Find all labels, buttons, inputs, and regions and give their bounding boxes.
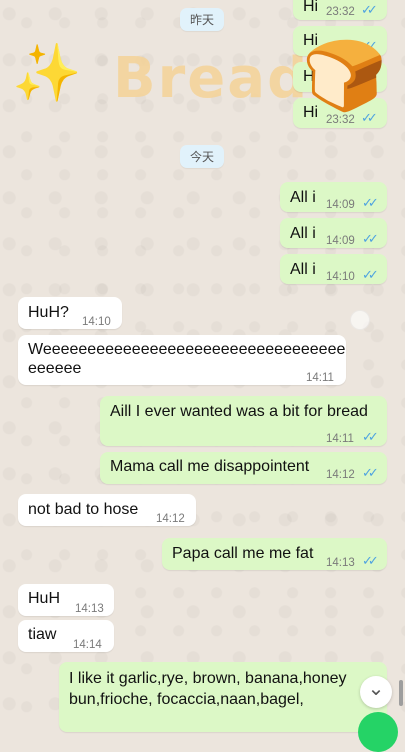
- message-text: Mama call me disappointent: [110, 458, 310, 475]
- message-time: 14:13: [326, 557, 355, 569]
- compose-button[interactable]: [358, 712, 398, 752]
- scroll-marker: [350, 310, 370, 330]
- banner-title: Bread: [113, 46, 310, 111]
- read-receipt-icon: ✓✓: [361, 2, 378, 17]
- message-time: 14:14: [73, 639, 102, 651]
- message-out-7[interactable]: All i 14:10 ✓✓: [280, 254, 387, 284]
- chevron-down-icon: ⌄: [367, 678, 385, 700]
- message-in-4[interactable]: HuH 14:13: [18, 584, 114, 616]
- scroll-to-bottom-button[interactable]: ⌄: [360, 676, 392, 708]
- sparkles-emoji: ✨: [12, 41, 82, 104]
- message-time: 14:10: [326, 271, 355, 283]
- message-time: 14:09: [326, 199, 355, 211]
- message-time: 14:13: [75, 603, 104, 615]
- message-text-line1: I like it garlic,rye, brown, banana,hone…: [69, 670, 347, 687]
- date-separator-yesterday: 昨天: [180, 8, 225, 31]
- message-time: 14:11: [306, 372, 334, 384]
- read-receipt-icon: ✓✓: [362, 429, 379, 444]
- message-text-line1: Weeeeeeeeeeeeeeeeeeeeeeeeeeeeeeeeee: [28, 341, 346, 358]
- message-out-6[interactable]: All i 14:09 ✓✓: [280, 218, 387, 248]
- message-time: 14:09: [326, 235, 355, 247]
- message-out-8[interactable]: Aill I ever wanted was a bit for bread 1…: [100, 396, 387, 446]
- read-receipt-icon: ✓✓: [362, 465, 379, 480]
- message-text: HuH: [28, 590, 61, 607]
- message-time: 14:10: [82, 316, 111, 328]
- read-receipt-icon: ✓✓: [362, 553, 379, 568]
- date-separator-today: 今天: [180, 145, 225, 168]
- message-text: not bad to hose: [28, 501, 139, 518]
- message-out-5[interactable]: All i 14:09 ✓✓: [280, 182, 387, 212]
- message-in-1[interactable]: HuH? 14:10: [18, 297, 122, 329]
- message-time: 14:11: [326, 433, 354, 445]
- message-text: All i: [290, 225, 316, 242]
- message-text: HuH?: [28, 304, 69, 321]
- message-text-line2: eeeeee: [28, 360, 82, 377]
- bread-emoji: 🍞: [302, 38, 387, 114]
- read-receipt-icon: ✓✓: [362, 231, 379, 246]
- message-text: All i: [290, 261, 316, 278]
- message-out-9[interactable]: Mama call me disappointent 14:12 ✓✓: [100, 452, 387, 484]
- read-receipt-icon: ✓✓: [362, 195, 379, 210]
- message-out-11[interactable]: I like it garlic,rye, brown, banana,hone…: [59, 662, 387, 732]
- message-in-2[interactable]: Weeeeeeeeeeeeeeeeeeeeeeeeeeeeeeeeee eeee…: [18, 335, 346, 385]
- message-text: tiaw: [28, 626, 57, 643]
- message-text: Aill I ever wanted was a bit for bread: [110, 403, 368, 420]
- message-time: 14:12: [156, 513, 185, 525]
- message-out-10[interactable]: Papa call me me fat 14:13 ✓✓: [162, 538, 387, 570]
- scrollbar[interactable]: [399, 680, 403, 706]
- message-text: All i: [290, 189, 316, 206]
- message-in-3[interactable]: not bad to hose 14:12: [18, 494, 196, 526]
- message-time: 23:32: [326, 6, 355, 18]
- message-text-line2: bun,frioche, focaccia,naan,bagel,: [69, 691, 304, 708]
- message-text: Hi: [303, 0, 319, 15]
- message-time: 14:12: [326, 469, 355, 481]
- message-text: Papa call me me fat: [172, 545, 314, 562]
- message-out-1[interactable]: Hi 23:32 ✓✓: [293, 0, 387, 20]
- read-receipt-icon: ✓✓: [362, 267, 379, 282]
- message-in-5[interactable]: tiaw 14:14: [18, 620, 114, 652]
